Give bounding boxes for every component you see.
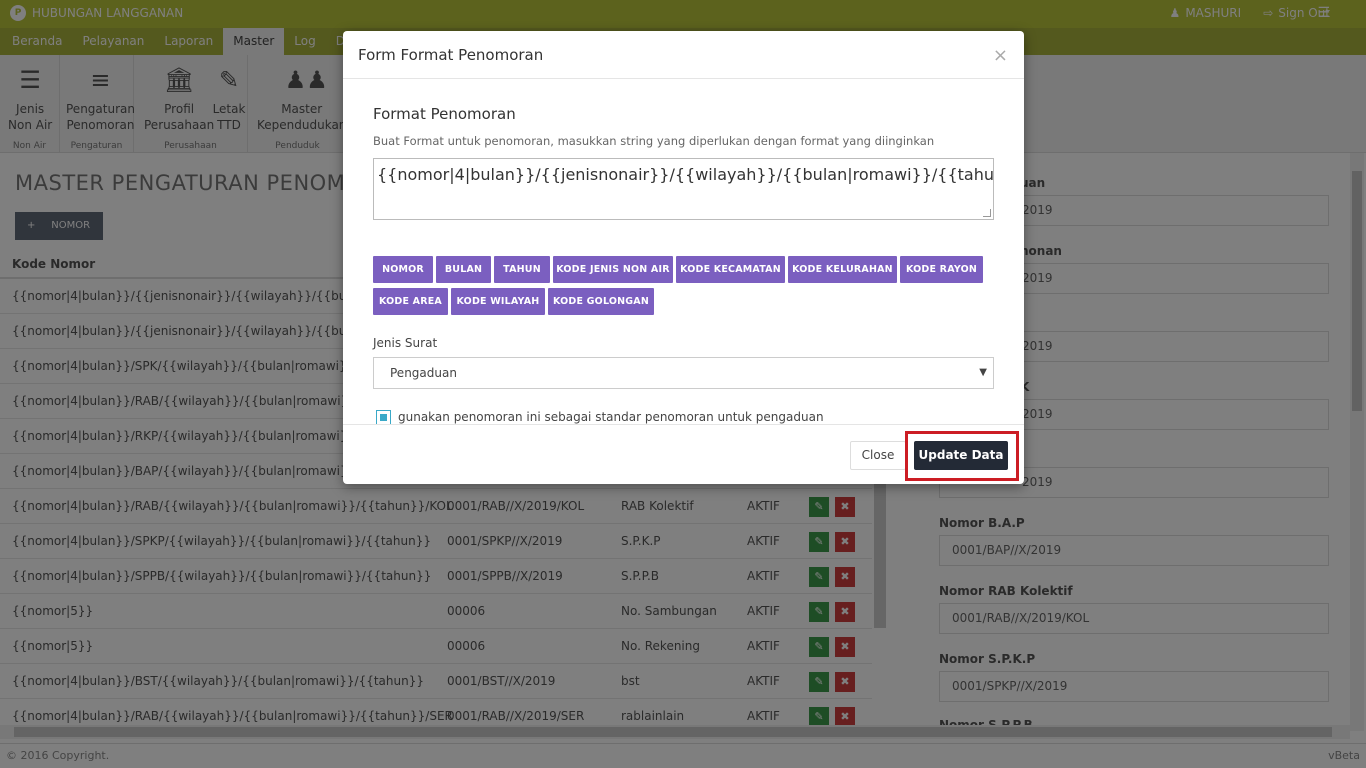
format-modal: Form Format Penomoran × Format Penomoran… [343,31,1024,484]
token-kode-kelurahan-button[interactable]: KODE KELURAHAN [788,256,897,283]
token-kode-jenis-non-air-button[interactable]: KODE JENIS NON AIR [553,256,673,283]
token-kode-wilayah-button[interactable]: KODE WILAYAH [451,288,545,315]
modal-footer: Close Update Data [343,424,1024,484]
jenis-surat-value: Pengaduan [390,366,457,380]
modal-title: Form Format Penomoran [358,46,544,64]
standard-checkbox-label[interactable]: gunakan penomoran ini sebagai standar pe… [398,410,824,424]
highlight-box [905,431,1019,481]
jenis-surat-label: Jenis Surat [373,336,438,350]
resize-grip-icon[interactable] [983,209,991,217]
token-kode-kecamatan-button[interactable]: KODE KECAMATAN [676,256,785,283]
close-icon[interactable]: × [993,45,1008,66]
standard-checkbox[interactable] [376,410,391,425]
token-kode-area-button[interactable]: KODE AREA [373,288,448,315]
format-heading: Format Penomoran [373,105,516,123]
token-kode-rayon-button[interactable]: KODE RAYON [900,256,983,283]
token-nomor-button[interactable]: NOMOR [373,256,433,283]
format-description: Buat Format untuk penomoran, masukkan st… [373,134,935,148]
format-textarea[interactable]: {{nomor|4|bulan}}/{{jenisnonair}}/{{wila… [373,158,994,220]
close-button[interactable]: Close [850,441,906,470]
format-value: {{nomor|4|bulan}}/{{jenisnonair}}/{{wila… [377,165,994,184]
chevron-down-icon: ▼ [979,367,987,378]
token-kode-golongan-button[interactable]: KODE GOLONGAN [548,288,654,315]
modal-header: Form Format Penomoran × [343,31,1024,79]
jenis-surat-select[interactable]: Pengaduan ▼ [373,357,994,389]
token-tahun-button[interactable]: TAHUN [494,256,550,283]
token-bulan-button[interactable]: BULAN [436,256,491,283]
